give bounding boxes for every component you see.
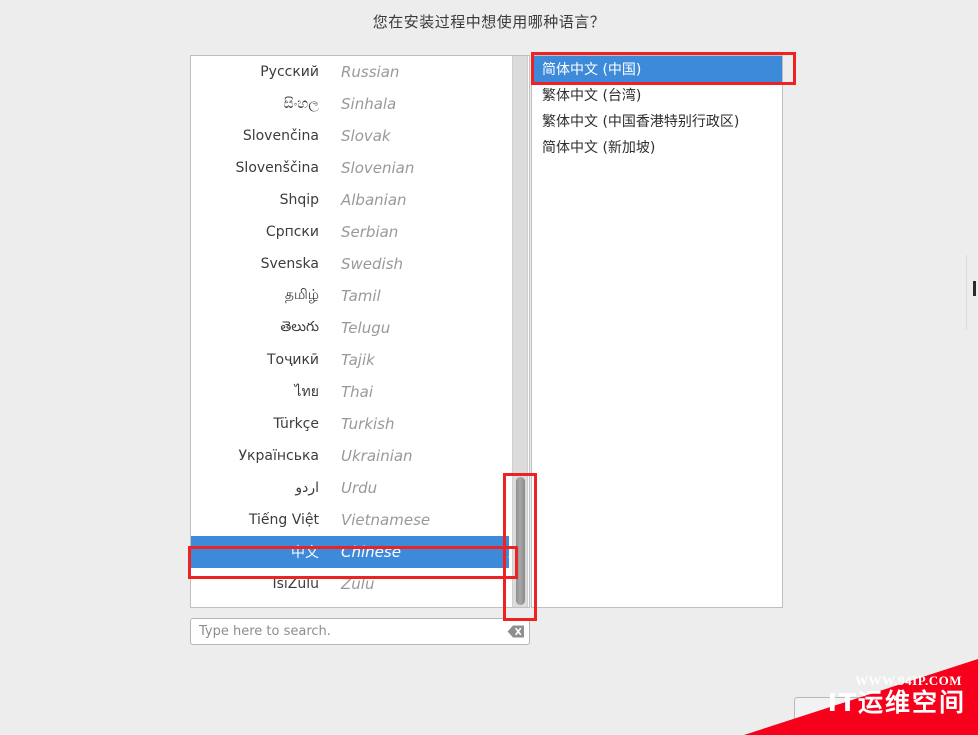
language-native-name: Тоҷикӣ: [266, 352, 319, 368]
language-row[interactable]: Slovenčina Slovak: [191, 120, 509, 152]
variant-list[interactable]: 简体中文 (中国) 繁体中文 (台湾) 繁体中文 (中国香港特别行政区) 简体中文 (…: [532, 56, 782, 160]
language-row[interactable]: Српски Serbian: [191, 216, 509, 248]
installer-language-screen: 您在安装过程中想使用哪种语言？ Русский Russian සිංහල Sinha…: [0, 0, 978, 735]
scrollbar-thumb[interactable]: [516, 477, 525, 605]
language-english-name: Telugu: [341, 319, 391, 337]
language-list-panel: Русский Russian සිංහල Sinhala Slovenčina Slov…: [190, 55, 530, 608]
language-native-name: Српски: [265, 224, 319, 240]
language-row[interactable]: IsiZulu Zulu: [191, 568, 509, 600]
backspace-clear-icon[interactable]: [503, 619, 529, 644]
language-row[interactable]: 中文 Chinese: [191, 536, 516, 568]
language-row[interactable]: తెలుగు Telugu: [191, 312, 509, 344]
language-native-name: Slovenščina: [235, 160, 319, 176]
dialog-action-button[interactable]: [794, 697, 914, 735]
language-native-name: Slovenčina: [242, 128, 319, 144]
watermark-url: WWW.94IP.COM: [855, 673, 962, 688]
language-english-name: Chinese: [341, 543, 401, 561]
language-variant-panel: 简体中文 (中国) 繁体中文 (台湾) 繁体中文 (中国香港特别行政区) 简体中文 (…: [531, 55, 783, 608]
language-row[interactable]: اردو Urdu: [191, 472, 509, 504]
language-row[interactable]: தமிழ் Tamil: [191, 280, 509, 312]
language-english-name: Zulu: [341, 575, 375, 593]
language-row[interactable]: Русский Russian: [191, 56, 509, 88]
language-row[interactable]: Türkçe Turkish: [191, 408, 509, 440]
language-english-name: Ukrainian: [341, 447, 413, 465]
language-english-name: Slovenian: [341, 159, 415, 177]
language-native-name: සිංහල: [283, 96, 319, 112]
language-native-name: ไทย: [294, 384, 319, 400]
language-english-name: Tajik: [341, 351, 375, 369]
panel-divider: [529, 55, 530, 608]
search-input[interactable]: [191, 619, 503, 644]
language-native-name: తెలుగు: [280, 318, 319, 335]
language-native-name: IsiZulu: [272, 576, 319, 592]
language-row[interactable]: Shqip Albanian: [191, 184, 509, 216]
variant-row[interactable]: 简体中文 (新加坡): [532, 134, 782, 160]
variant-row[interactable]: 简体中文 (中国): [532, 56, 782, 82]
language-row[interactable]: Українська Ukrainian: [191, 440, 509, 472]
language-list[interactable]: Русский Russian සිංහල Sinhala Slovenčina Slov…: [191, 56, 516, 607]
language-native-name: தமிழ்: [284, 287, 319, 303]
edge-mark: [973, 281, 976, 296]
language-row[interactable]: ไทย Thai: [191, 376, 509, 408]
language-row[interactable]: Тоҷикӣ Tajik: [191, 344, 509, 376]
language-row[interactable]: Tiếng Việt Vietnamese: [191, 504, 509, 536]
language-native-name: Türkçe: [273, 416, 319, 432]
search-field[interactable]: [190, 618, 530, 645]
language-native-name: Русский: [260, 64, 319, 80]
language-row[interactable]: Svenska Swedish: [191, 248, 509, 280]
language-native-name: Svenska: [260, 256, 319, 272]
language-english-name: Slovak: [341, 127, 391, 145]
language-native-name: Shqip: [279, 192, 319, 208]
language-english-name: Swedish: [341, 255, 404, 273]
edge-line: [966, 255, 967, 330]
variant-row[interactable]: 繁体中文 (中国香港特别行政区): [532, 108, 782, 134]
language-native-name: Українська: [238, 448, 319, 464]
language-english-name: Thai: [341, 383, 374, 401]
language-english-name: Serbian: [341, 223, 399, 241]
variant-row[interactable]: 繁体中文 (台湾): [532, 82, 782, 108]
language-english-name: Vietnamese: [341, 511, 431, 529]
page-title: 您在安装过程中想使用哪种语言？: [372, 13, 606, 31]
language-native-name: اردو: [295, 480, 319, 496]
language-english-name: Russian: [341, 63, 400, 81]
language-native-name: Tiếng Việt: [248, 512, 319, 528]
language-english-name: Sinhala: [341, 95, 397, 113]
language-english-name: Albanian: [341, 191, 407, 209]
language-row[interactable]: සිංහල Sinhala: [191, 88, 509, 120]
language-list-scrollbar[interactable]: [512, 56, 528, 607]
language-row[interactable]: Slovenščina Slovenian: [191, 152, 509, 184]
language-english-name: Turkish: [341, 415, 395, 433]
language-native-name: 中文: [291, 545, 319, 561]
language-english-name: Tamil: [341, 287, 381, 305]
language-english-name: Urdu: [341, 479, 378, 497]
